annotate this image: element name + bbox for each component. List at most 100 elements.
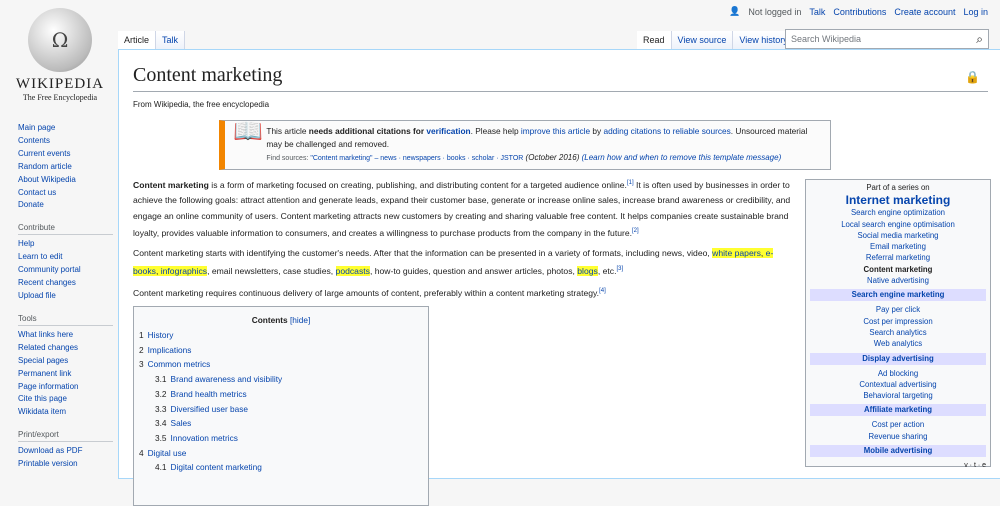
user-icon: 👤 [729,6,741,16]
learn-link[interactable]: (Learn how and when to remove this templ… [582,153,782,162]
sidebar-item-download-as-pdf[interactable]: Download as PDF [18,445,113,458]
sidebar-item-related-changes[interactable]: Related changes [18,342,113,355]
toc-link[interactable]: Digital content marketing [171,462,262,472]
sidebar-item-current-events[interactable]: Current events [18,148,113,161]
sidebar-item-special-pages[interactable]: Special pages [18,355,113,368]
wikipedia-logo[interactable]: Ω Wikipedia The Free Encyclopedia [10,8,110,102]
search-input[interactable]: Search Wikipedia ⌕ [785,29,989,49]
find-sources-links[interactable]: "Content marketing" – news · newspapers … [310,155,523,162]
toc-number: 3 [139,359,144,370]
citations-link[interactable]: adding citations to reliable sources [603,126,730,136]
toc-hide-button[interactable]: [hide] [290,315,310,325]
infobox-title[interactable]: Internet marketing [810,193,986,207]
blogs-link[interactable]: blogs [577,265,598,276]
lock-icon[interactable]: 🔒 [965,70,980,85]
citation-notice: 📖 This article needs additional citation… [219,120,831,170]
podcasts-link[interactable]: podcasts [335,265,370,276]
search-icon[interactable]: ⌕ [976,32,983,47]
sidebar-item-community-portal[interactable]: Community portal [18,264,113,277]
infobox-item[interactable]: Pay per click [810,304,986,315]
namespace-tabs: Article Talk [118,31,186,49]
infobox-group-heading[interactable]: Search engine marketing [810,289,986,302]
toc-link[interactable]: Brand health metrics [171,389,247,399]
white-papers-link[interactable]: white papers [712,248,761,259]
tab-view-source[interactable]: View source [671,31,734,49]
sidebar-item-what-links-here[interactable]: What links here [18,329,113,342]
sidebar-item-contents[interactable]: Contents [18,135,113,148]
infobox-item[interactable]: Native advertising [810,275,986,286]
sidebar-item-wikidata-item[interactable]: Wikidata item [18,406,113,419]
infobox-item[interactable]: Contextual advertising [810,379,986,390]
sidebar-item-random-article[interactable]: Random article [18,161,113,174]
toc-item[interactable]: 3.1 Brand awareness and visibility [139,372,423,387]
toc-item[interactable]: 3.4 Sales [139,416,423,431]
infobox-item[interactable]: Email marketing [810,241,986,252]
sidebar-item-main-page[interactable]: Main page [18,122,113,135]
infobox-group-heading[interactable]: Affiliate marketing [810,404,986,417]
sidebar-item-permanent-link[interactable]: Permanent link [18,368,113,381]
sidebar-item-printable-version[interactable]: Printable version [18,458,113,471]
tab-article[interactable]: Article [118,31,157,49]
infobox-item[interactable]: Search engine optimization [810,207,986,218]
infographics-link[interactable]: infographics [160,265,208,276]
toc-number: 3.2 [155,388,167,399]
login-link[interactable]: Log in [963,7,988,17]
verification-link[interactable]: verification [426,126,470,136]
toc-item[interactable]: 3.2 Brand health metrics [139,387,423,402]
toc-link[interactable]: Digital use [148,448,187,458]
toc-item[interactable]: 3.5 Innovation metrics [139,431,423,446]
sidebar-item-cite-this-page[interactable]: Cite this page [18,393,113,406]
tab-talk[interactable]: Talk [156,31,186,49]
find-sources-label: Find sources: [266,155,311,162]
vte-links[interactable]: v · t · e [810,460,986,471]
infobox-item[interactable]: Cost per action [810,419,986,430]
toc-item[interactable]: 4 Digital use [139,446,423,461]
book-icon: 📖 [233,118,263,145]
improve-link[interactable]: improve this article [521,126,590,136]
infobox-item[interactable]: Search analytics [810,327,986,338]
toc-number: 3.5 [155,432,167,443]
infobox-item[interactable]: Local search engine optimisation [810,219,986,230]
logo-tagline: The Free Encyclopedia [22,93,98,102]
toc-item[interactable]: 3 Common metrics [139,357,423,372]
sidebar-item-contact-us[interactable]: Contact us [18,187,113,200]
toc-link[interactable]: Sales [171,418,192,428]
toc-item[interactable]: 3.3 Diversified user base [139,402,423,417]
toc-item[interactable]: 2 Implications [139,343,423,358]
infobox-item[interactable]: Ad blocking [810,368,986,379]
sidebar-item-learn-to-edit[interactable]: Learn to edit [18,251,113,264]
infobox-item[interactable]: Behavioral targeting [810,390,986,401]
ref-2[interactable]: [2] [632,228,639,234]
infobox-pre: Part of a series on [866,183,930,192]
sidebar-item-about-wikipedia[interactable]: About Wikipedia [18,174,113,187]
create-account-link[interactable]: Create account [894,7,955,17]
infobox-item[interactable]: Cost per impression [810,316,986,327]
text: , [155,265,161,276]
text: Content marketing requires continuous de… [133,287,600,298]
sidebar-item-donate[interactable]: Donate [18,199,113,212]
toc-link[interactable]: Implications [148,345,192,355]
ref-1[interactable]: [1] [627,180,634,186]
infobox-item[interactable]: Web analytics [810,338,986,349]
sidebar-item-help[interactable]: Help [18,238,113,251]
sidebar-item-recent-changes[interactable]: Recent changes [18,277,113,290]
toc-link[interactable]: History [148,330,174,340]
infobox-group-heading[interactable]: Mobile advertising [810,445,986,458]
talk-link[interactable]: Talk [809,7,825,17]
toc-link[interactable]: Brand awareness and visibility [171,374,283,384]
toc-link[interactable]: Diversified user base [171,404,248,414]
contributions-link[interactable]: Contributions [833,7,886,17]
toc-item[interactable]: 1 History [139,328,423,343]
tab-read[interactable]: Read [637,31,672,49]
infobox-item[interactable]: Referral marketing [810,252,986,263]
toc-number: 2 [139,344,144,355]
toc-link[interactable]: Innovation metrics [171,433,238,443]
infobox-group-heading[interactable]: Display advertising [810,352,986,365]
ref-4[interactable]: [4] [599,288,606,294]
sidebar-item-upload-file[interactable]: Upload file [18,290,113,303]
toc-link[interactable]: Common metrics [148,359,211,369]
sidebar-item-page-information[interactable]: Page information [18,381,113,394]
infobox-item[interactable]: Revenue sharing [810,431,986,442]
ref-3[interactable]: [3] [616,266,623,272]
infobox-item[interactable]: Social media marketing [810,230,986,241]
